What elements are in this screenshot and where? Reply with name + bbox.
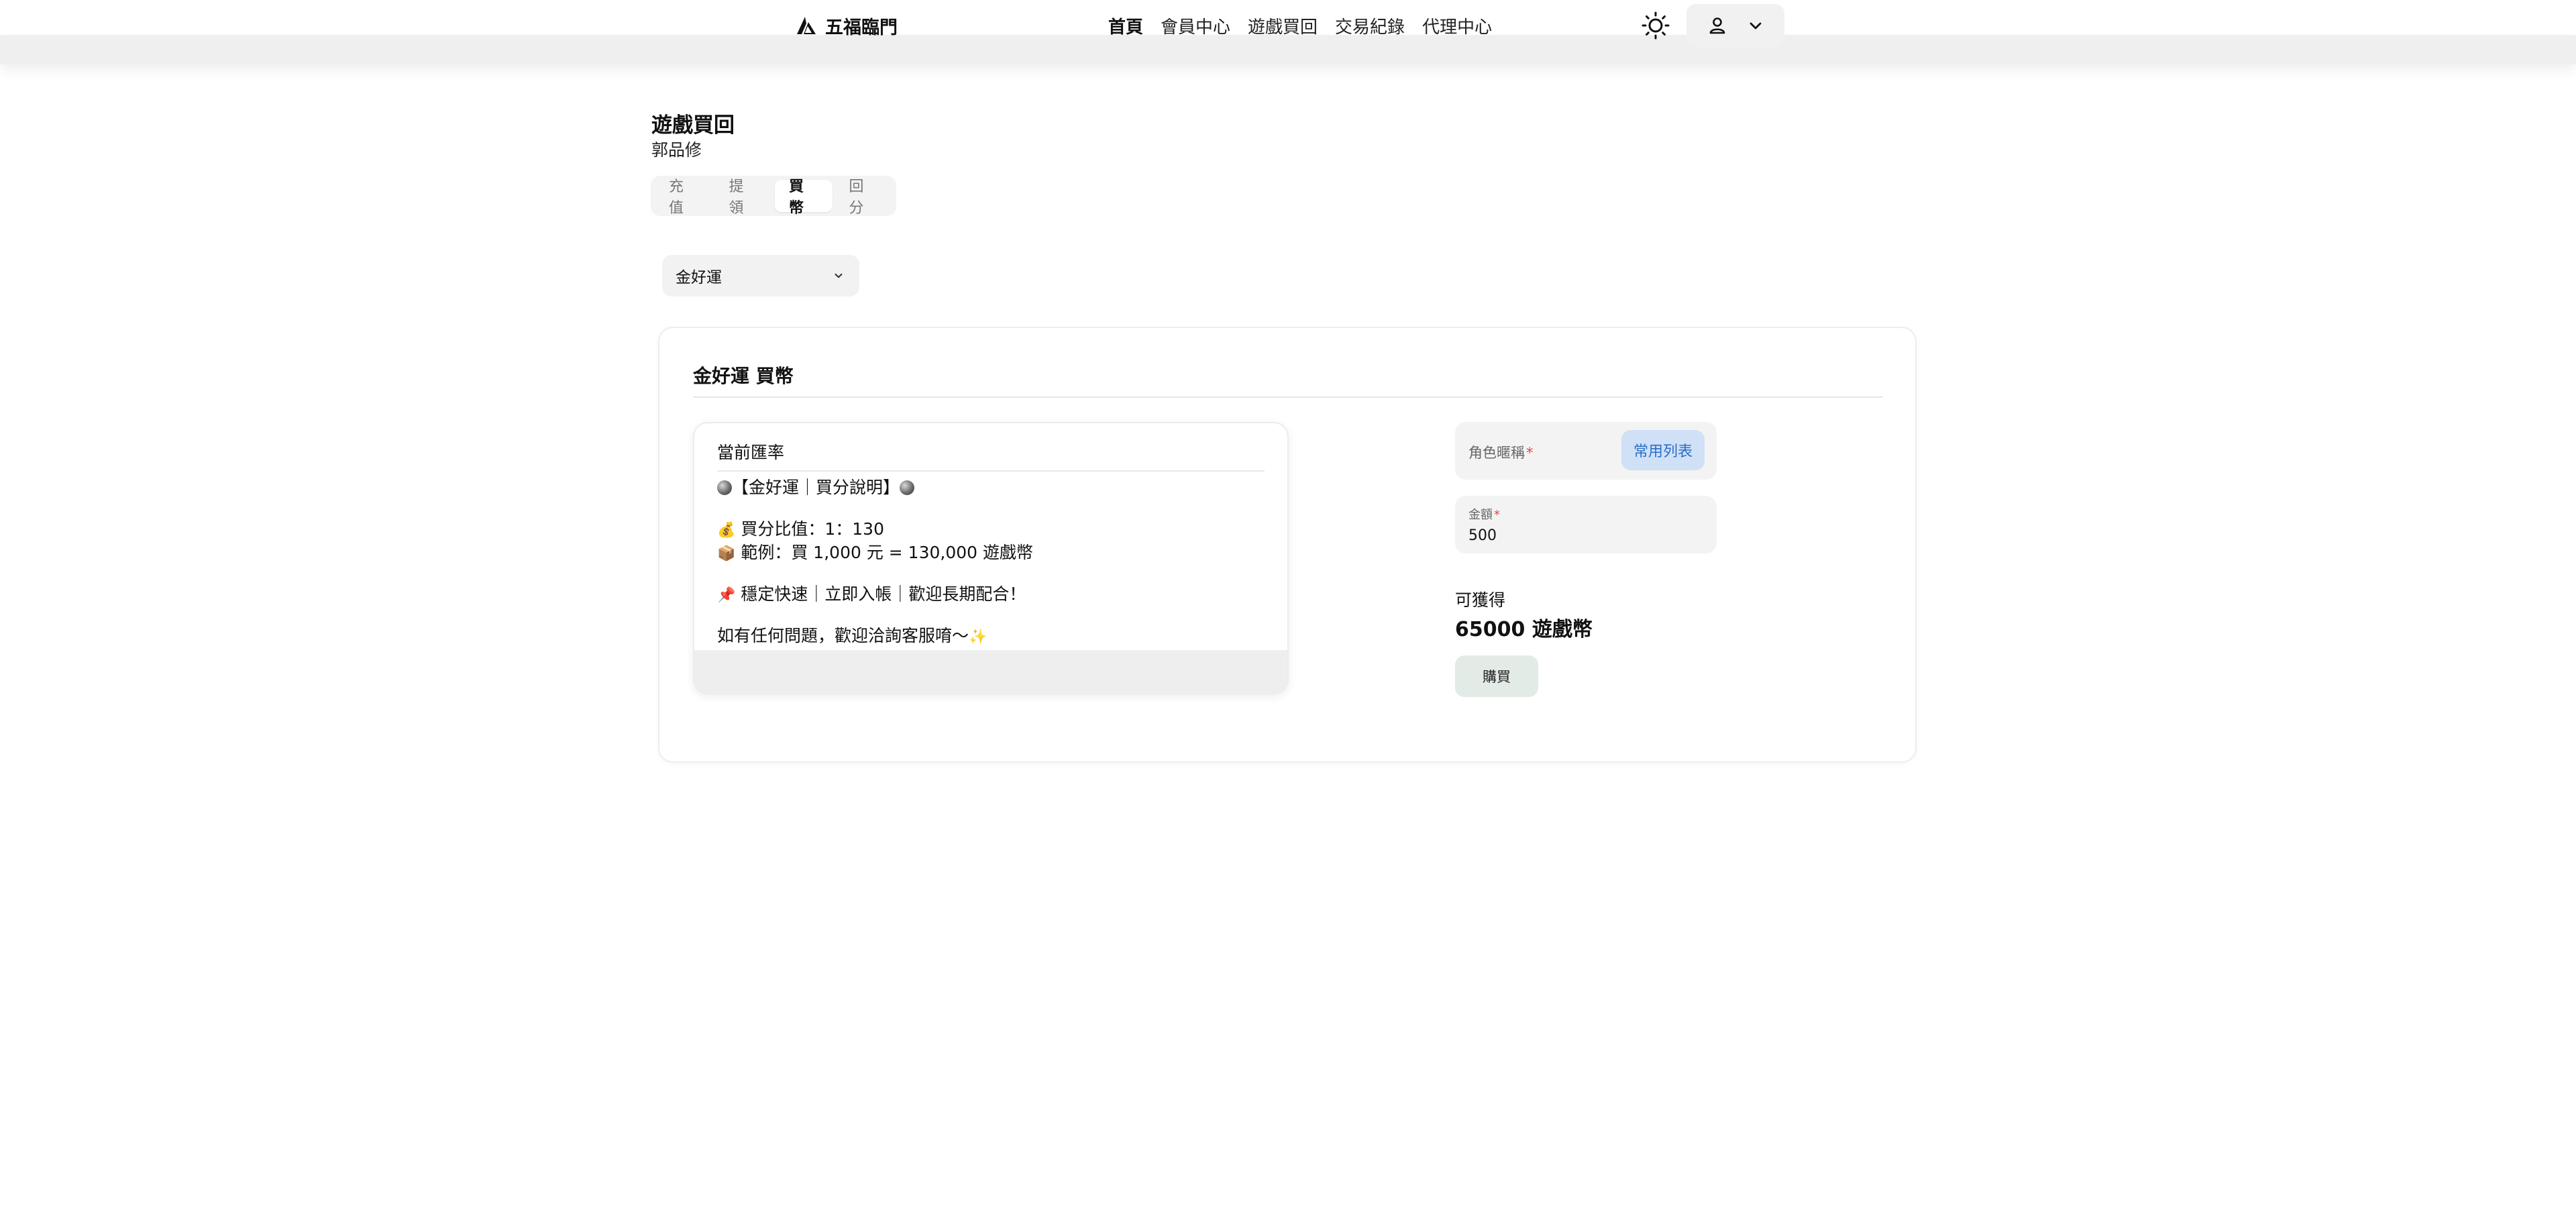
- tab-deposit[interactable]: 充值: [655, 178, 712, 217]
- required-mark: *: [1494, 508, 1500, 522]
- role-nickname-field: 角色暱稱* 常用列表: [1455, 422, 1717, 480]
- rate-line: 📦 範例：買 1,000 元 = 130,000 遊戲幣: [717, 543, 1033, 562]
- page-title: 遊戲買回: [651, 113, 735, 138]
- username-label: 郭品修: [651, 140, 702, 160]
- rate-header: 當前匯率: [717, 443, 785, 462]
- ball-icon: [900, 480, 915, 495]
- buy-button[interactable]: 購買: [1455, 655, 1538, 697]
- main-nav: 首頁 會員中心 遊戲買回 交易紀錄 代理中心: [1108, 12, 1492, 39]
- brand-mark-icon: [797, 17, 816, 34]
- rate-line: 💰 買分比值：1：130: [717, 519, 884, 539]
- sun-icon: [1642, 11, 1670, 40]
- rate-description: 【金好運｜買分說明】 💰 買分比值：1：130 📦 範例：買 1,000 元 =…: [717, 476, 1265, 647]
- money-bag-icon: 💰: [717, 522, 736, 539]
- nav-member-center[interactable]: 會員中心: [1161, 13, 1230, 38]
- chevron-down-icon: [835, 273, 843, 278]
- nav-home[interactable]: 首頁: [1108, 13, 1143, 38]
- nav-game-buyback[interactable]: 遊戲買回: [1248, 13, 1318, 38]
- amount-input[interactable]: [1468, 525, 1697, 545]
- nav-agent-center[interactable]: 代理中心: [1422, 13, 1492, 38]
- tab-withdraw[interactable]: 提領: [715, 178, 773, 217]
- game-select[interactable]: 金好運: [662, 255, 859, 297]
- rate-panel-footer: [694, 650, 1287, 693]
- buy-coins-card: 金好運 買幣 當前匯率 【金好運｜買分說明】 💰 買分比值：1：130 📦 範例…: [658, 327, 1917, 763]
- theme-toggle-button[interactable]: [1640, 9, 1672, 42]
- common-list-button[interactable]: 常用列表: [1621, 430, 1705, 470]
- package-icon: 📦: [717, 545, 736, 562]
- rate-line: 📌 穩定快速｜立即入帳｜歡迎長期配合！: [717, 584, 1026, 604]
- amount-field: 金額 *: [1455, 496, 1717, 553]
- game-select-value: 金好運: [676, 269, 722, 286]
- user-menu-button[interactable]: [1686, 4, 1784, 47]
- role-nickname-label: 角色暱稱*: [1468, 445, 1534, 461]
- user-icon: [1709, 17, 1725, 34]
- tab-return-points[interactable]: 回分: [835, 178, 893, 217]
- divider: [693, 396, 1883, 398]
- amount-label: 金額 *: [1468, 508, 1500, 522]
- rate-line: 【金好運｜買分說明】: [717, 476, 1265, 499]
- nav-transactions[interactable]: 交易紀錄: [1335, 13, 1405, 38]
- required-mark: *: [1526, 445, 1534, 461]
- ball-icon: [717, 480, 732, 495]
- brand-logo[interactable]: 五福臨門: [796, 12, 898, 39]
- obtain-value: 65000 遊戲幣: [1455, 618, 1593, 641]
- header-band: [0, 35, 2576, 64]
- card-title: 金好運 買幣: [693, 365, 794, 387]
- rate-line: 如有任何問題，歡迎洽詢客服唷～✨: [717, 626, 987, 645]
- pushpin-icon: 📌: [717, 587, 736, 604]
- tab-buy-coins[interactable]: 買幣: [775, 178, 833, 217]
- brand-name: 五福臨門: [825, 17, 898, 38]
- sparkles-icon: ✨: [969, 629, 987, 645]
- divider: [717, 470, 1265, 472]
- chevron-down-icon: [1750, 22, 1762, 30]
- exchange-rate-panel: 當前匯率 【金好運｜買分說明】 💰 買分比值：1：130 📦 範例：買 1,00…: [693, 422, 1289, 694]
- action-tabs: 充值 提領 買幣 回分: [651, 176, 896, 217]
- obtain-label: 可獲得: [1455, 590, 1506, 610]
